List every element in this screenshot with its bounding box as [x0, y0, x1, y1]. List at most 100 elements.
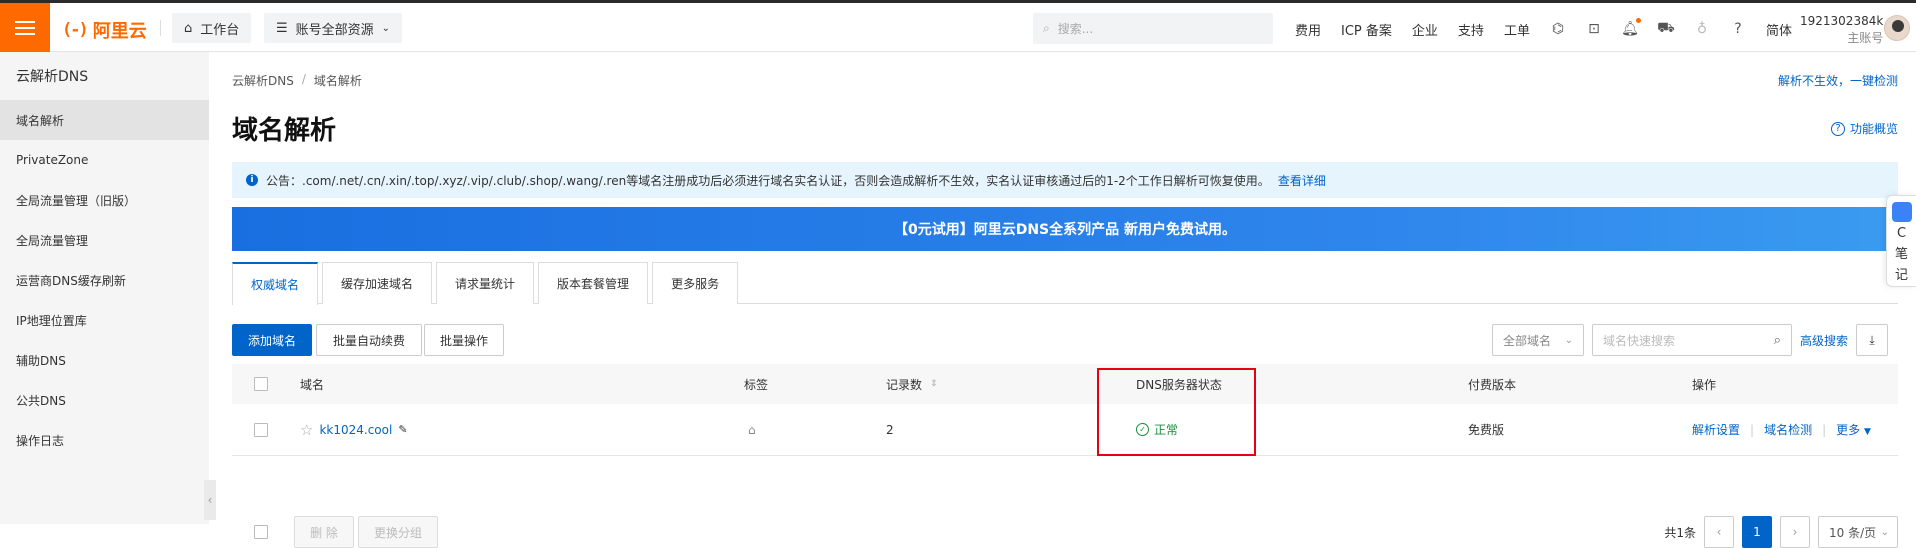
sidebar-item-public-dns[interactable]: 公共DNS [0, 380, 209, 420]
prev-page-button[interactable]: ‹ [1704, 516, 1734, 548]
breadcrumb-item[interactable]: 云解析DNS [232, 72, 294, 89]
sidebar-item-privatezone[interactable]: PrivateZone [0, 140, 209, 180]
sidebar-collapse-handle[interactable]: ‹ [204, 480, 216, 520]
note-widget[interactable]: C 笔 记 [1886, 195, 1916, 287]
sidebar-item-domain-resolution[interactable]: 域名解析 [0, 100, 209, 140]
domain-check-link[interactable]: 域名检测 [1764, 421, 1812, 438]
notification-dot [1635, 18, 1641, 23]
breadcrumb-separator: / [301, 72, 306, 86]
column-header-records[interactable]: 记录数 ⇕ [886, 364, 938, 404]
lightbulb-icon[interactable]: ♁ [1694, 21, 1710, 37]
domain-cell: ☆ kk1024.cool ✎ [300, 404, 408, 455]
add-domain-button[interactable]: 添加域名 [232, 324, 312, 356]
nav-link-ticket[interactable]: 工单 [1504, 20, 1530, 39]
sort-icon[interactable]: ⇕ [930, 379, 938, 389]
domain-search-input[interactable]: 域名快速搜索 ⌕ [1592, 324, 1792, 356]
cart-icon[interactable]: ⛟ [1657, 20, 1675, 37]
resources-dropdown[interactable]: ☰ 账号全部资源 ⌄ [264, 13, 403, 43]
table-footer: 删 除 更换分组 共1条 ‹ 1 › 10 条/页 ⌄ [232, 516, 1898, 548]
sidebar-item-secondary-dns[interactable]: 辅助DNS [0, 340, 209, 380]
batch-auto-renew-button[interactable]: 批量自动续费 [316, 324, 422, 356]
page-size-value: 10 条/页 [1829, 525, 1877, 540]
tag-icon[interactable]: ⌂ [748, 404, 756, 455]
nav-link-icp[interactable]: ICP 备案 [1341, 20, 1392, 39]
record-count: 2 [886, 422, 894, 437]
column-header-domain: 域名 [300, 377, 325, 392]
resolution-settings-link[interactable]: 解析设置 [1692, 421, 1740, 438]
notice-detail-link[interactable]: 查看详细 [1278, 172, 1326, 189]
banner-text: 【0元试用】阿里云DNS全系列产品 新用户免费试用。 [893, 222, 1237, 238]
action-divider: | [1822, 422, 1827, 437]
actions-cell: 解析设置 | 域名检测 | 更多 ▼ [1692, 404, 1871, 455]
row-checkbox[interactable] [254, 404, 268, 455]
tab-request-stats[interactable]: 请求量统计 [436, 262, 535, 304]
domain-search-placeholder: 域名快速搜索 [1603, 333, 1676, 348]
domain-filter-value: 全部域名 [1503, 333, 1552, 348]
logo-mark: (-) [62, 20, 89, 40]
delete-button[interactable]: 删 除 [294, 516, 354, 548]
page-number-button[interactable]: 1 [1742, 516, 1772, 548]
note-char: 笔 [1894, 247, 1908, 262]
workbench-label: 工作台 [200, 22, 240, 38]
sidebar-item-operation-log[interactable]: 操作日志 [0, 420, 209, 460]
account-menu[interactable]: 1921302384k 主账号 [1800, 13, 1883, 47]
top-navbar: (-) 阿里云 ⌂ 工作台 ☰ 账号全部资源 ⌄ ⌕ 搜索... 费用 ICP … [0, 0, 1916, 52]
sidebar-item-isp-cache-refresh[interactable]: 运营商DNS缓存刷新 [0, 260, 209, 300]
question-icon: ? [1830, 121, 1845, 136]
cloud-shell-icon[interactable]: ⌬ [1550, 21, 1566, 37]
tab-cache-acceleration[interactable]: 缓存加速域名 [322, 262, 433, 304]
change-group-button[interactable]: 更换分组 [358, 516, 438, 548]
star-icon[interactable]: ☆ [300, 421, 313, 439]
next-page-button[interactable]: › [1780, 516, 1810, 548]
records-header-label: 记录数 [886, 377, 923, 392]
sidebar-item-gtm-legacy[interactable]: 全局流量管理（旧版） [0, 180, 209, 220]
divider [160, 20, 161, 36]
account-type: 主账号 [1847, 31, 1884, 45]
edit-icon[interactable]: ✎ [398, 423, 407, 436]
menu-button[interactable] [0, 3, 50, 52]
search-icon: ⌕ [1043, 21, 1050, 35]
overview-link[interactable]: ? 功能概览 [1830, 120, 1898, 137]
nav-link-enterprise[interactable]: 企业 [1412, 20, 1438, 39]
resolution-check-link[interactable]: 解析不生效，一键检测 [1778, 72, 1898, 89]
domain-table: 域名 标签 记录数 ⇕ DNS服务器状态 付费版本 操作 ☆ kk1024.co… [232, 364, 1898, 456]
aliyun-logo[interactable]: (-) 阿里云 [62, 17, 147, 43]
more-actions-dropdown[interactable]: 更多 ▼ [1836, 421, 1871, 438]
advanced-search-link[interactable]: 高级搜索 [1800, 332, 1848, 349]
tab-authoritative-domains[interactable]: 权威域名 [232, 262, 319, 305]
toolbar: 添加域名 批量自动续费 批量操作 全部域名 ⌄ 域名快速搜索 ⌕ 高级搜索 ⤓ [232, 324, 1898, 356]
page-title: 域名解析 [232, 116, 337, 146]
tab-bar: 权威域名 缓存加速域名 请求量统计 版本套餐管理 更多服务 [232, 262, 1898, 305]
avatar[interactable] [1884, 15, 1910, 41]
page-size-select[interactable]: 10 条/页 ⌄ [1818, 516, 1898, 548]
tab-plan-management[interactable]: 版本套餐管理 [538, 262, 649, 304]
note-char: 记 [1894, 268, 1908, 283]
sidebar-item-ip-geo[interactable]: IP地理位置库 [0, 300, 209, 340]
domain-link[interactable]: kk1024.cool [319, 423, 392, 437]
global-search-input[interactable]: ⌕ 搜索... [1033, 13, 1273, 44]
select-all-checkbox[interactable] [254, 364, 268, 404]
tab-more-services[interactable]: 更多服务 [652, 262, 739, 304]
promo-banner[interactable]: 【0元试用】阿里云DNS全系列产品 新用户免费试用。 [232, 207, 1898, 251]
workbench-button[interactable]: ⌂ 工作台 [172, 13, 252, 43]
annotation-highlight-box [1097, 368, 1256, 456]
language-switch[interactable]: 简体 [1766, 20, 1792, 39]
info-icon: i [246, 174, 258, 186]
nav-link-fees[interactable]: 费用 [1295, 20, 1321, 39]
sidebar-item-gtm[interactable]: 全局流量管理 [0, 220, 209, 260]
chevron-down-icon: ⌄ [1564, 334, 1573, 346]
help-icon[interactable]: ? [1730, 21, 1746, 37]
search-icon[interactable]: ⌕ [1774, 333, 1781, 348]
domain-filter-select[interactable]: 全部域名 ⌄ [1492, 324, 1584, 356]
download-icon[interactable]: ⤓ [1856, 324, 1888, 356]
table-header: 域名 标签 记录数 ⇕ DNS服务器状态 付费版本 操作 [232, 364, 1898, 404]
note-icon [1891, 202, 1912, 222]
bell-icon[interactable]: 🔔︎ [1621, 18, 1641, 37]
chevron-down-icon: ⌄ [381, 22, 391, 34]
pagination: 共1条 ‹ 1 › 10 条/页 ⌄ [1664, 516, 1898, 548]
nav-link-support[interactable]: 支持 [1458, 20, 1484, 39]
footer-checkbox[interactable] [254, 525, 268, 539]
terminal-icon[interactable]: ⊡ [1586, 21, 1602, 37]
batch-operation-button[interactable]: 批量操作 [424, 324, 504, 356]
overview-label: 功能概览 [1849, 122, 1898, 136]
